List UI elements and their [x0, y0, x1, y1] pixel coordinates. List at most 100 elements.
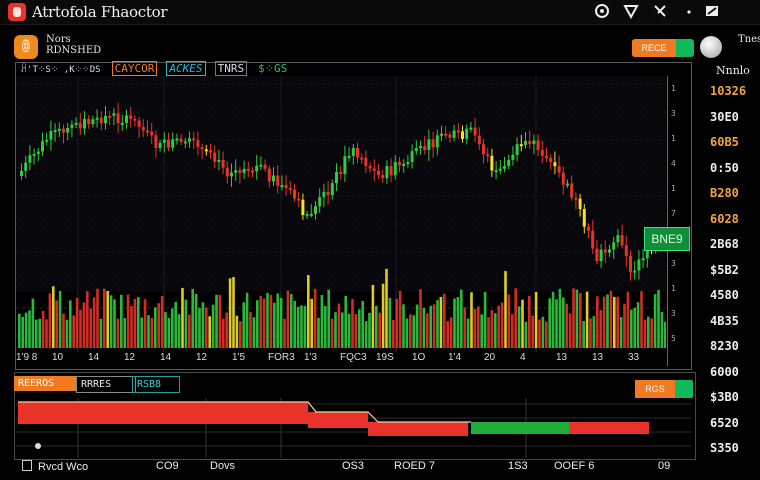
candle-body [305, 214, 309, 217]
volume-bar [137, 297, 140, 348]
indicator-tab-3[interactable]: RSB8 [132, 376, 180, 393]
indicator-toggle-label: RGS [635, 380, 675, 398]
volume-bar [453, 298, 456, 348]
candle-body [477, 135, 481, 145]
candle-body [406, 162, 410, 165]
watchlist-item[interactable]: 2B68 [710, 237, 739, 251]
indicator-tab-1[interactable]: REEROS [14, 376, 76, 391]
toolbar-button-indicators[interactable]: ACKES [166, 61, 206, 76]
shield-icon[interactable] [622, 3, 640, 21]
volume-bar [276, 293, 279, 348]
watchlist-item[interactable]: 6520 [710, 416, 739, 430]
volume-bar [48, 293, 52, 348]
time-axis-label: 13 [592, 352, 604, 363]
volume-bar [194, 293, 198, 348]
candle-body [528, 141, 532, 145]
volume-bar [177, 314, 181, 348]
dot-menu-icon[interactable] [680, 3, 698, 21]
volume-bar [242, 302, 245, 348]
watchlist-item[interactable]: 0:50 [710, 161, 739, 175]
volume-bar [361, 300, 364, 348]
watchlist-item[interactable]: 6000 [710, 365, 739, 379]
volume-bar [558, 288, 562, 348]
candle-body [536, 140, 540, 150]
volume-bar [235, 315, 239, 348]
time-axis-label: 20 [484, 352, 496, 363]
indicator-tab-2[interactable]: RRRES [76, 376, 136, 393]
candle-body [53, 129, 57, 132]
volume-bar [208, 316, 211, 348]
watchlist-item[interactable]: S350 [710, 441, 739, 455]
watchlist-item[interactable]: 8230 [710, 339, 739, 353]
indicator-band [368, 422, 468, 436]
time-axis-label: FOR3 [268, 352, 295, 363]
candlestick-chart[interactable] [16, 76, 666, 352]
candle-body [137, 120, 141, 127]
watchlist-item[interactable]: 10326 [710, 84, 746, 98]
volume-bar [585, 291, 589, 348]
watchlist-item[interactable]: $3B0 [710, 390, 739, 404]
time-axis-label: 1O [412, 352, 426, 363]
indicator-toggle[interactable]: RGS [635, 380, 693, 398]
volume-bar [592, 316, 596, 348]
account-avatar[interactable] [700, 36, 722, 58]
volume-bar [245, 292, 249, 348]
watchlist-item[interactable]: 4B35 [710, 314, 739, 328]
candle-body [183, 141, 187, 144]
volume-bar [402, 304, 405, 348]
candle-body [238, 170, 242, 173]
candle-body [582, 209, 586, 227]
volume-bar [483, 292, 487, 348]
buy-sell-toggle[interactable]: RECE [632, 39, 694, 57]
candle-body [280, 185, 284, 188]
edit-icon[interactable] [703, 3, 721, 21]
price-axis-label: 4 [671, 159, 676, 168]
volume-bar [341, 312, 344, 348]
candle-body [637, 259, 641, 271]
toolbar-button-trades[interactable]: TNRS [214, 61, 248, 76]
volume-bar [320, 295, 324, 348]
watchlist-item[interactable]: 30E0 [710, 110, 739, 124]
status-field: ROED 7 [394, 460, 435, 472]
volume-bar [640, 291, 643, 348]
volume-bar [69, 300, 72, 348]
candle-body [561, 172, 565, 185]
time-axis-label: 33 [628, 352, 640, 363]
volume-bar [273, 302, 276, 348]
volume-bar [565, 303, 568, 348]
toolbar-button-candles[interactable]: CAYCOR [111, 61, 158, 76]
watchlist-item[interactable]: B280 [710, 186, 739, 200]
indicator-chart[interactable] [16, 398, 692, 458]
candle-body [482, 144, 485, 155]
volume-bar [31, 298, 35, 348]
watchlist-item[interactable]: 6028 [710, 212, 739, 226]
volume-bar [490, 310, 494, 348]
volume-bar [633, 307, 636, 348]
status-field: Dovs [210, 460, 236, 472]
candle-body [574, 197, 578, 200]
volume-bar [113, 299, 116, 348]
volume-bar [313, 288, 317, 348]
volume-bar [579, 293, 582, 348]
candle-body [368, 165, 372, 169]
watchlist-item[interactable]: 4580 [710, 288, 739, 302]
volume-bar [630, 309, 633, 348]
watchlist-item[interactable]: $5B2 [710, 263, 739, 277]
volume-bar [232, 276, 235, 348]
candle-body [104, 115, 107, 124]
candle-body [293, 189, 296, 199]
volume-bar [222, 318, 225, 348]
toolbar-button-settings[interactable]: $⁘GS [256, 62, 289, 75]
chrome-icon[interactable] [593, 3, 611, 21]
candle-body [246, 168, 250, 171]
volume-bar [531, 315, 534, 348]
volume-bar [582, 320, 585, 348]
watchlist-item[interactable]: 60B5 [710, 135, 739, 149]
volume-bar [480, 314, 483, 348]
candle-body [263, 164, 267, 169]
volume-bar [487, 317, 490, 348]
volume-bar [613, 296, 616, 348]
tools-icon[interactable] [651, 3, 669, 21]
candle-body [297, 198, 301, 201]
candle-body [519, 144, 523, 147]
